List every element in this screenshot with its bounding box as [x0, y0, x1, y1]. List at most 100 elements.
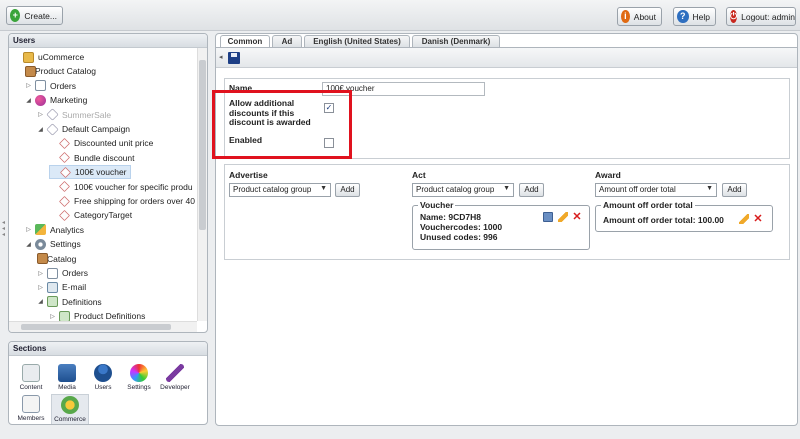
- tree-vertical-scrollbar[interactable]: [197, 48, 207, 321]
- tree-item-label: Discounted unit price: [74, 138, 154, 149]
- expand-toggle-icon[interactable]: ◢: [37, 298, 44, 305]
- save-icon[interactable]: [228, 52, 240, 64]
- section-members[interactable]: Members: [15, 394, 47, 424]
- settings-icon: [130, 364, 148, 382]
- about-button-label: About: [633, 11, 656, 22]
- delete-icon[interactable]: ✕: [753, 214, 763, 225]
- discount-tag-icon: [59, 209, 70, 221]
- award-add-button[interactable]: Add: [722, 183, 747, 197]
- chevron-down-icon: ▼: [706, 185, 713, 192]
- tree-item-label: 100€ voucher for specific produ: [74, 181, 193, 192]
- tree-item[interactable]: CategoryTarget: [49, 208, 132, 222]
- voucher-name: Name: 9CD7H8: [420, 212, 481, 222]
- expand-toggle-icon[interactable]: ◢: [25, 97, 32, 104]
- tree-item[interactable]: Free shipping for orders over 40: [49, 194, 195, 208]
- plus-icon: +: [10, 9, 21, 22]
- discount-tag-icon: [59, 181, 70, 193]
- tree-item-label: Definitions: [62, 296, 102, 307]
- create-button[interactable]: + Create...: [6, 6, 63, 25]
- help-button-label: Help: [692, 11, 710, 22]
- expand-toggle-icon[interactable]: ▷: [37, 270, 44, 277]
- users-panel-title: Users: [9, 34, 207, 48]
- tree-item[interactable]: 100€ voucher for specific produ: [49, 180, 193, 194]
- tree-item-label: Product Definitions: [74, 311, 146, 322]
- expand-toggle-icon[interactable]: ◢: [37, 126, 44, 133]
- section-commerce[interactable]: Commerce: [51, 394, 89, 424]
- expand-toggle-icon[interactable]: ▷: [37, 284, 44, 291]
- delete-icon[interactable]: ✕: [572, 212, 582, 223]
- voucher-legend: Voucher: [420, 200, 454, 210]
- voucher-codes: Vouchercodes: 1000: [420, 222, 503, 232]
- section-content[interactable]: Content: [15, 363, 47, 397]
- highlight-box: [212, 90, 352, 159]
- collapse-arrow-icon[interactable]: ◂: [219, 53, 223, 61]
- pencil-icon[interactable]: [739, 214, 749, 224]
- act-title: Act: [412, 170, 426, 180]
- info-icon: i: [621, 10, 630, 23]
- tree-item-label: Free shipping for orders over 40: [74, 196, 195, 206]
- tab-danish[interactable]: Danish (Denmark): [412, 35, 500, 47]
- members-icon: [22, 395, 40, 413]
- tree-item[interactable]: ◢ Marketing: [25, 93, 87, 107]
- award-select-value: Amount off order total: [599, 185, 676, 194]
- tree-item[interactable]: ▷ Analytics: [25, 223, 84, 237]
- section-media[interactable]: Media: [51, 363, 83, 397]
- section-developer[interactable]: Developer: [159, 363, 191, 397]
- tree-item[interactable]: ▷Product Catalog: [25, 64, 96, 78]
- tree-item[interactable]: ◢ Settings: [25, 237, 81, 251]
- discount-editor: Common Ad English (United States) Danish…: [212, 33, 798, 426]
- advertise-add-button[interactable]: Add: [335, 183, 360, 197]
- section-users-label: Users: [94, 384, 112, 391]
- tree-item[interactable]: ◢ Definitions: [37, 295, 102, 309]
- expand-toggle-icon[interactable]: ◢: [25, 241, 32, 248]
- advertise-select[interactable]: Product catalog group ▼: [229, 183, 331, 197]
- tree-item[interactable]: uCommerce: [13, 50, 84, 64]
- tree-item[interactable]: ▷ Orders: [37, 266, 88, 280]
- expand-toggle-icon[interactable]: ▷: [49, 313, 56, 320]
- document-icon: [47, 267, 58, 279]
- tree-item[interactable]: ▷ Orders: [25, 79, 76, 93]
- about-button[interactable]: i About: [617, 7, 662, 26]
- tab-english[interactable]: English (United States): [304, 35, 410, 47]
- tree-item[interactable]: Discounted unit price: [49, 136, 153, 150]
- tree-item-label: Catalog: [47, 253, 77, 264]
- expand-toggle-icon[interactable]: ▷: [25, 82, 32, 89]
- act-select-value: Product catalog group: [416, 185, 495, 194]
- act-add-button[interactable]: Add: [519, 183, 544, 197]
- section-settings[interactable]: Settings: [123, 363, 155, 397]
- users-icon: [94, 364, 112, 382]
- tree-item[interactable]: ▷ SummerSale: [37, 108, 111, 122]
- section-users[interactable]: Users: [87, 363, 119, 397]
- tree-item-label: Analytics: [50, 224, 85, 235]
- top-toolbar: + Create... i About ? Help ⏻ Logout: adm…: [0, 0, 800, 31]
- section-settings-label: Settings: [127, 384, 151, 391]
- section-content-label: Content: [19, 384, 43, 391]
- section-commerce-label: Commerce: [54, 416, 86, 423]
- sections-panel: Sections Content Media Users Settings De…: [8, 341, 208, 425]
- tree-item-label: uCommerce: [38, 52, 85, 62]
- tab-ad[interactable]: Ad: [272, 35, 302, 47]
- panel-splitter-handle[interactable]: ◂ ◂ ◂: [2, 220, 8, 238]
- pencil-icon[interactable]: [558, 212, 568, 222]
- tree-item[interactable]: 100€ voucher: [49, 165, 131, 180]
- media-icon: [58, 364, 76, 382]
- editor-tabs: Common Ad English (United States) Danish…: [216, 34, 797, 48]
- award-legend: Amount off order total: [603, 200, 693, 210]
- expand-toggle-icon[interactable]: ▷: [25, 226, 32, 233]
- tree-item[interactable]: ▷ E-mail: [37, 280, 86, 294]
- section-developer-label: Developer: [160, 384, 190, 391]
- box-icon: [25, 65, 36, 77]
- award-select[interactable]: Amount off order total ▼: [595, 183, 717, 197]
- expand-toggle-icon[interactable]: ▷: [37, 111, 44, 118]
- logout-button[interactable]: ⏻ Logout: admin: [726, 7, 796, 26]
- tree-horizontal-scrollbar[interactable]: [9, 321, 197, 332]
- act-select[interactable]: Product catalog group ▼: [412, 183, 514, 197]
- help-button[interactable]: ? Help: [673, 7, 716, 26]
- tree-item[interactable]: ◢ Default Campaign: [37, 122, 130, 136]
- edit-codes-icon[interactable]: [543, 212, 553, 222]
- definitions-icon: [47, 296, 58, 308]
- chevron-down-icon: ▼: [503, 185, 510, 192]
- tree-item[interactable]: Bundle discount: [49, 151, 135, 165]
- sections-panel-title: Sections: [9, 342, 207, 356]
- tree-item[interactable]: ▷Catalog: [37, 252, 76, 266]
